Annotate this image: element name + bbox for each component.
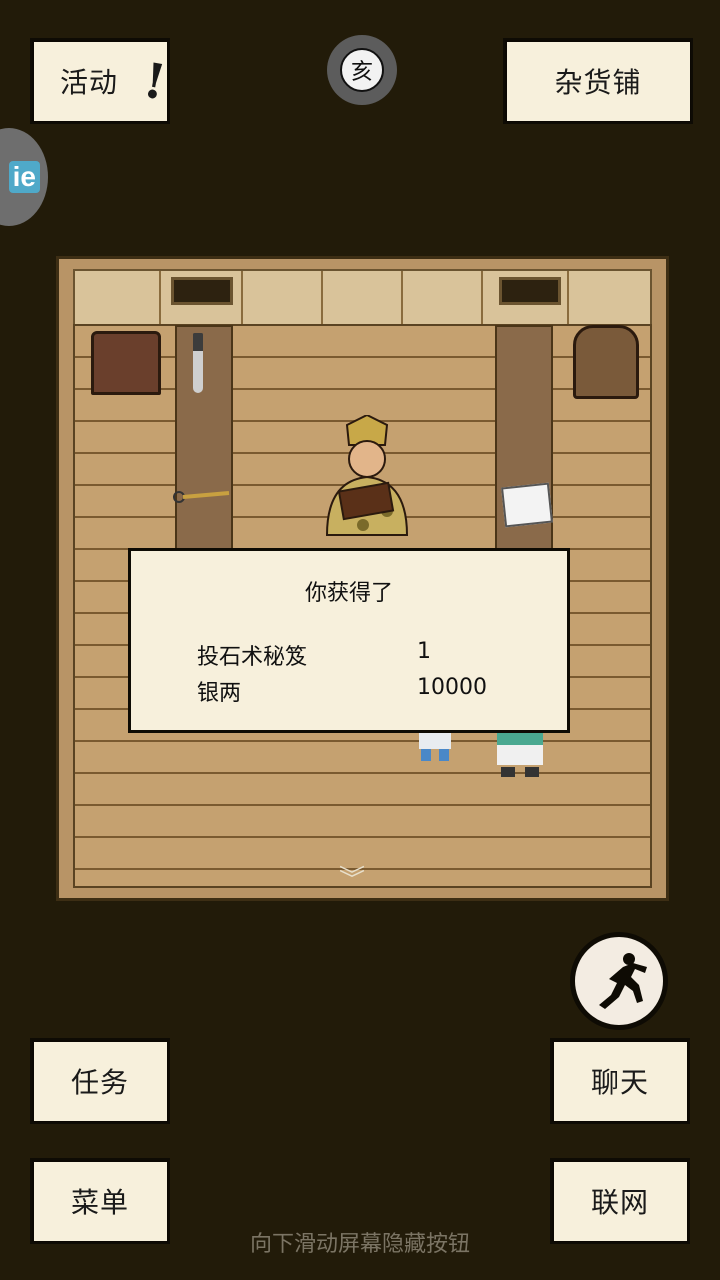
hide-buttons-hint: 向下滑动屏幕隐藏按钮 bbox=[249, 1232, 470, 1257]
shop-button[interactable]: 杂货铺 bbox=[503, 38, 693, 124]
side-tab-label: ie bbox=[8, 161, 40, 193]
activity-label: 活动 bbox=[59, 66, 118, 99]
treasure-chest-icon[interactable] bbox=[91, 331, 161, 395]
companion-character[interactable] bbox=[491, 725, 549, 781]
time-of-day-badge[interactable]: 亥 bbox=[327, 35, 397, 105]
reward-amount: 10000 bbox=[417, 675, 487, 700]
chat-button[interactable]: 聊天 bbox=[550, 1038, 690, 1124]
treasure-chest-icon[interactable] bbox=[573, 325, 639, 399]
chat-label: 聊天 bbox=[590, 1066, 649, 1099]
scissors-icon[interactable] bbox=[171, 487, 231, 507]
task-button[interactable]: 任务 bbox=[30, 1038, 170, 1124]
running-man-icon bbox=[599, 953, 647, 1009]
reward-amount: 1 bbox=[417, 639, 431, 664]
task-label: 任务 bbox=[70, 1066, 129, 1099]
activity-alert-icon: ! bbox=[139, 52, 171, 112]
network-label: 联网 bbox=[590, 1186, 649, 1219]
dagger-icon[interactable] bbox=[193, 333, 203, 393]
dialog-title: 你获得了 bbox=[304, 581, 393, 606]
side-tab[interactable]: ie bbox=[0, 128, 48, 226]
merchant-npc[interactable] bbox=[307, 415, 427, 545]
shop-label: 杂货铺 bbox=[554, 66, 642, 99]
book-icon[interactable] bbox=[501, 482, 553, 528]
time-glyph: 亥 bbox=[340, 48, 384, 92]
back-wall bbox=[73, 269, 652, 328]
reward-name: 投石术秘笈 bbox=[197, 645, 308, 670]
activity-button[interactable]: 活动 ! bbox=[30, 38, 171, 124]
reward-name: 银两 bbox=[197, 681, 242, 706]
wall-vent bbox=[171, 277, 233, 305]
run-button[interactable] bbox=[570, 932, 668, 1030]
menu-label: 菜单 bbox=[70, 1186, 129, 1219]
reward-dialog[interactable]: 你获得了 投石术秘笈 1 银两 10000 bbox=[128, 548, 570, 733]
wall-vent bbox=[499, 277, 561, 305]
chevron-down-icon[interactable]: ︾ bbox=[339, 867, 365, 893]
pillar bbox=[175, 325, 233, 555]
